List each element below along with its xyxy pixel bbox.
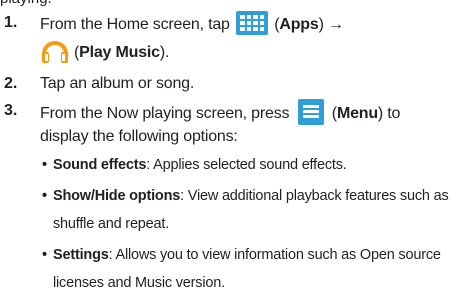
step-number: 2.	[4, 75, 18, 92]
option-desc-cont: licenses and Music version.	[53, 275, 225, 291]
option-desc: : View additional playback features such…	[180, 188, 449, 204]
option-desc-cont: shuffle and repeat.	[53, 216, 170, 232]
step-text: to	[387, 105, 401, 123]
step-text: From the Now playing screen, press	[40, 105, 290, 123]
step-1-line-1: From the Home screen, tap (Apps) →	[40, 11, 464, 37]
step-number: 3.	[4, 102, 18, 119]
clipped-heading: playing.	[0, 0, 52, 8]
step-text: Tap an album or song.	[40, 75, 195, 92]
play-music-label: Play Music	[79, 44, 160, 62]
bullet-dot: •	[42, 188, 47, 204]
bullet-dot: •	[42, 247, 47, 263]
apps-label: Apps	[279, 16, 319, 34]
menu-label: Menu	[336, 105, 378, 123]
play-music-headphones-icon	[40, 36, 70, 66]
step-1-line-2: (Play Music).	[40, 38, 464, 68]
step-1: 1. From the Home screen, tap (Apps) → (P…	[0, 11, 474, 69]
step-number: 1.	[4, 14, 18, 31]
step-3-line-1: From the Now playing screen, press (Menu…	[40, 99, 464, 127]
option-term: Settings	[53, 247, 109, 263]
option-desc: : Applies selected sound effects.	[146, 157, 347, 173]
bullet-dot: •	[42, 157, 47, 173]
option-desc: : Allows you to view information such as…	[108, 247, 441, 263]
step-3: 3. From the Now playing screen, press (M…	[0, 99, 474, 151]
option-term: Show/Hide options	[53, 188, 181, 204]
menu-icon	[297, 99, 324, 125]
step-text: From the Home screen, tap	[40, 16, 230, 34]
step-3-line-2: display the following options:	[40, 128, 238, 145]
step-2: 2. Tap an album or song.	[0, 74, 474, 96]
option-term: Sound effects	[53, 157, 147, 173]
arrow-glyph: →	[327, 16, 344, 34]
apps-grid-icon	[236, 11, 268, 35]
options-list: • Sound effects: Applies selected sound …	[40, 156, 466, 304]
